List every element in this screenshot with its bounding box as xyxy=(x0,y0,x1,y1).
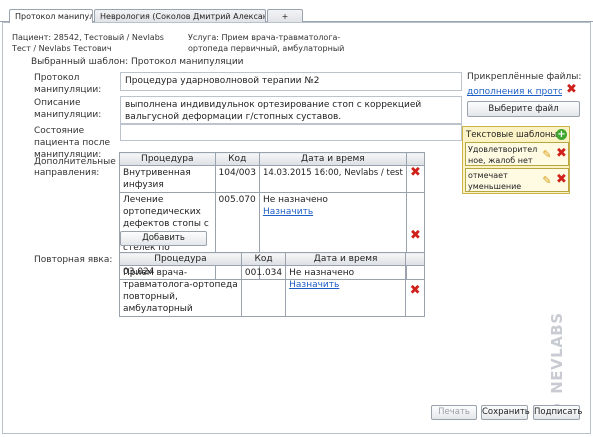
template-text: Удовлетворитель ное, жалоб нет xyxy=(468,145,538,165)
not-assigned-text: Не назначено xyxy=(289,268,355,278)
attached-file-link[interactable]: дополнения к протоко... xyxy=(467,87,562,97)
nevlabs-watermark: © NEVLABS xyxy=(548,312,566,418)
files-label: Прикреплённые файлы: xyxy=(467,72,582,82)
delete-file-icon[interactable]: ✖ xyxy=(566,83,577,96)
tab-label: Протокол манипуляции xyxy=(15,12,92,21)
column-header: Дата и время xyxy=(285,252,407,266)
sign-button[interactable]: Подписать xyxy=(533,405,582,420)
text-templates-panel: Текстовые шаблоны: + Удовлетворитель ное… xyxy=(462,126,570,194)
table-row[interactable]: Прием врача-травматолога-ортопеда повтор… xyxy=(119,265,425,317)
template-item[interactable]: отмечает уменьшение бо... ✎ ✖ xyxy=(465,168,569,192)
description-label: Описание манипуляции: xyxy=(34,98,102,120)
service-info: Услуга: Прием врача-травматолога-ортопед… xyxy=(188,33,345,53)
delete-row-icon[interactable]: ✖ xyxy=(405,165,426,193)
delete-icon[interactable]: ✖ xyxy=(556,147,567,161)
add-button[interactable]: Добавить xyxy=(120,231,207,246)
print-button[interactable]: Печать xyxy=(431,405,477,420)
procedure-cell: Внутривенная инфузия xyxy=(119,165,216,193)
assign-link[interactable]: Назначить xyxy=(263,206,403,218)
column-header xyxy=(405,152,426,166)
column-header: Дата и время xyxy=(258,152,407,166)
template-text: отмечает уменьшение бо... xyxy=(468,171,522,191)
not-assigned-text: Не назначено xyxy=(262,195,328,205)
state-input[interactable] xyxy=(120,124,462,141)
repeat-visit-table: Процедура Код Дата и время Прием врача-т… xyxy=(119,252,425,317)
protocol-input[interactable]: Процедура ударноволновой терапии №2 xyxy=(120,72,462,91)
tab-protocol[interactable]: Протокол манипуляции xyxy=(9,9,93,23)
patient-info: Пациент: 28542, Тестовый / Nevlabs Тест … xyxy=(12,33,164,53)
pencil-icon[interactable]: ✎ xyxy=(540,174,554,188)
additional-label: Дополнительные направления: xyxy=(34,157,116,178)
tab-add[interactable]: + xyxy=(267,9,303,23)
code-cell: 001.034 xyxy=(240,265,287,317)
description-input[interactable]: выполнена индивидульнок ортезирование ст… xyxy=(120,96,462,124)
state-label: Состояние пациента после манипуляции: xyxy=(34,126,111,160)
column-header: Процедура xyxy=(119,252,242,266)
table-header-row: Процедура Код Дата и время xyxy=(119,252,425,266)
save-button[interactable]: Сохранить xyxy=(481,405,530,420)
template-item[interactable]: Удовлетворитель ное, жалоб нет ✎ ✖ xyxy=(465,142,569,166)
tab-label: Неврология (Соколов Дмитрий Александрови… xyxy=(100,12,266,21)
add-template-icon[interactable]: + xyxy=(556,129,567,140)
table-header-row: Процедура Код Дата и время xyxy=(119,152,426,166)
repeat-visit-label: Повторная явка: xyxy=(34,255,113,265)
column-header xyxy=(405,252,425,266)
tab-label: + xyxy=(281,12,289,21)
tab-bar: Протокол манипуляции Неврология (Соколов… xyxy=(0,0,593,23)
delete-icon[interactable]: ✖ xyxy=(556,173,567,187)
protocol-label: Протокол манипуляции: xyxy=(34,73,102,95)
pencil-icon[interactable]: ✎ xyxy=(540,148,554,162)
table-row[interactable]: Внутривенная инфузия 104/003 14.03.2015 … xyxy=(119,165,426,193)
delete-row-icon[interactable]: ✖ xyxy=(405,265,425,317)
choose-file-button[interactable]: Выберите файл xyxy=(467,101,580,117)
selected-template: Выбранный шаблон: Протокол манипуляции xyxy=(31,57,244,67)
datetime-cell: Не назначено Назначить xyxy=(285,265,407,317)
code-cell: 104/003 xyxy=(214,165,260,193)
column-header: Процедура xyxy=(119,152,216,166)
templates-title: Текстовые шаблоны: xyxy=(466,130,561,140)
column-header: Код xyxy=(214,152,260,166)
column-header: Код xyxy=(240,252,287,266)
tab-neurology[interactable]: Неврология (Соколов Дмитрий Александрови… xyxy=(94,9,266,23)
assign-link[interactable]: Назначить xyxy=(289,279,402,291)
procedure-cell: Прием врача-травматолога-ортопеда повтор… xyxy=(119,265,242,317)
datetime-cell: 14.03.2015 16:00, Nevlabs / test xyxy=(258,165,407,193)
